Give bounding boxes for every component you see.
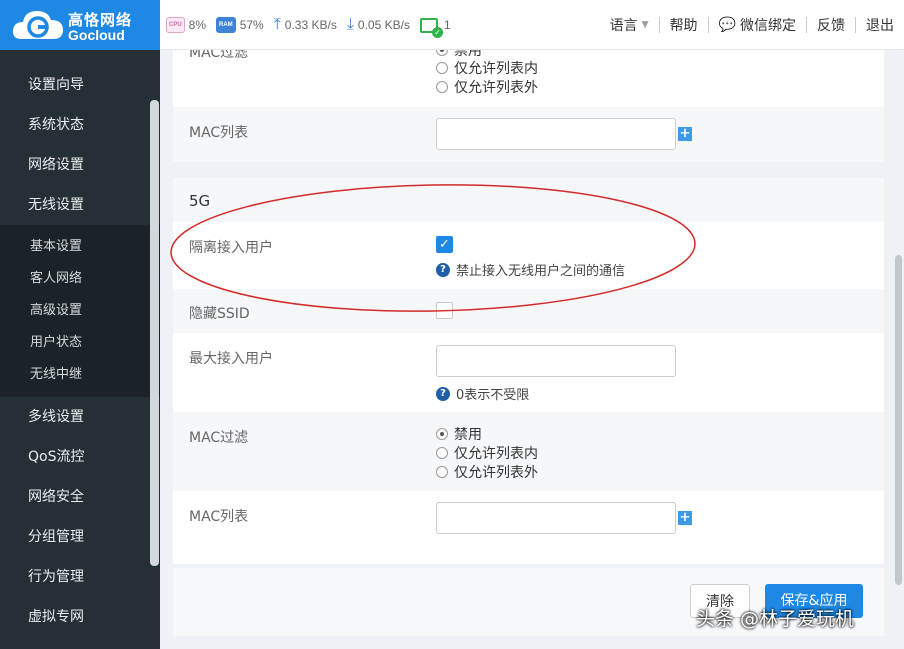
- sidebar-submenu-wireless: 基本设置 客人网络 高级设置 用户状态 无线中继: [0, 225, 160, 397]
- sidebar-subitem-user-status[interactable]: 用户状态: [0, 327, 160, 359]
- plus-icon[interactable]: +: [678, 127, 692, 141]
- radio-icon: [436, 427, 448, 440]
- row-mac-list-24g: MAC列表 +: [173, 107, 884, 162]
- radio-disabled-5g[interactable]: 禁用: [436, 424, 482, 443]
- ram-icon: RAM: [216, 17, 236, 33]
- download-arrow-icon: ⤓: [346, 16, 354, 33]
- watermark: 头条 @林子爱玩机: [696, 608, 855, 630]
- brand-logo[interactable]: 高恪网络 Gocloud: [0, 0, 160, 50]
- upload-arrow-icon: ⤒: [273, 16, 281, 33]
- cpu-value: 8%: [188, 18, 207, 32]
- sidebar-subitem-basic[interactable]: 基本设置: [0, 231, 160, 263]
- devices-stat[interactable]: 1: [419, 17, 451, 38]
- hide-ssid-label: 隐藏SSID: [189, 306, 250, 322]
- sidebar-item-behavior[interactable]: 行为管理: [0, 557, 160, 597]
- sidebar-item-groups[interactable]: 分组管理: [0, 517, 160, 557]
- wechat-label: 微信绑定: [740, 18, 796, 34]
- radio-deny-list-24g[interactable]: 仅允许列表外: [436, 77, 538, 96]
- row-hide-ssid: 隐藏SSID: [173, 289, 884, 333]
- language-label: 语言: [609, 18, 638, 34]
- section-header-5g: 5G: [173, 178, 884, 222]
- radio-icon: [436, 50, 448, 56]
- help-link[interactable]: 帮助: [660, 15, 708, 35]
- mac-filter-label: MAC过滤: [189, 50, 249, 61]
- max-users-label: 最大接入用户: [189, 351, 273, 367]
- feedback-link[interactable]: 反馈: [807, 15, 855, 35]
- caret-down-icon: ▼: [641, 20, 649, 30]
- main-scrollbar[interactable]: [895, 255, 902, 585]
- wechat-icon: 💬: [718, 17, 736, 33]
- sidebar: 设置向导 系统状态 网络设置 无线设置 基本设置 客人网络 高级设置 用户状态 …: [0, 50, 160, 649]
- language-menu[interactable]: 语言 ▼: [600, 15, 659, 35]
- plus-icon[interactable]: +: [678, 511, 692, 525]
- download-value: 0.05 KB/s: [357, 18, 410, 32]
- mac-list-input-5g[interactable]: [436, 502, 676, 534]
- hide-ssid-checkbox[interactable]: [436, 302, 453, 319]
- help-text: 0表示不受限: [456, 388, 530, 403]
- row-isolate-users: 隔离接入用户 ✓ ? 禁止接入无线用户之间的通信: [173, 222, 884, 289]
- sidebar-item-multiwan[interactable]: 多线设置: [0, 397, 160, 437]
- cpu-stat: CPU 8%: [166, 17, 206, 33]
- row-mac-filter-5g: MAC过滤 禁用 仅允许列表内 仅允许列表外: [173, 412, 884, 491]
- mac-list-label: MAC列表: [189, 125, 249, 141]
- radio-icon: [436, 61, 448, 74]
- panel-24g: MAC过滤 禁用 仅允许列表内 仅允许列表外 MAC列表 +: [173, 50, 884, 162]
- max-users-input[interactable]: [436, 345, 676, 377]
- top-bar: 高恪网络 Gocloud CPU 8% RAM 57% ⤒ 0.33 KB/s …: [0, 0, 904, 50]
- sidebar-item-system-status[interactable]: 系统状态: [0, 105, 160, 145]
- help-text: 禁止接入无线用户之间的通信: [456, 264, 626, 279]
- radio-label: 仅允许列表内: [454, 445, 538, 462]
- sidebar-item-network[interactable]: 网络设置: [0, 145, 160, 185]
- cloud-logo-icon: [12, 11, 63, 39]
- sidebar-item-security[interactable]: 网络安全: [0, 477, 160, 517]
- row-mac-filter-24g: MAC过滤 禁用 仅允许列表内 仅允许列表外: [173, 50, 884, 103]
- download-stat: ⤓ 0.05 KB/s: [347, 16, 410, 34]
- sidebar-item-qos[interactable]: QoS流控: [0, 437, 160, 477]
- isolate-users-label: 隔离接入用户: [189, 240, 273, 256]
- max-users-help: ? 0表示不受限: [436, 384, 529, 403]
- mac-list-input-24g[interactable]: [436, 118, 676, 150]
- radio-label: 禁用: [454, 426, 482, 443]
- radio-label: 仅允许列表内: [454, 60, 538, 77]
- radio-label: 仅允许列表外: [454, 464, 538, 481]
- question-icon: ?: [436, 262, 450, 277]
- monitor-icon: [419, 17, 443, 38]
- ram-value: 57%: [239, 18, 264, 32]
- logout-link[interactable]: 退出: [856, 15, 904, 35]
- isolate-users-checkbox[interactable]: ✓: [436, 236, 453, 253]
- radio-label: 仅允许列表外: [454, 79, 538, 96]
- radio-allow-list-5g[interactable]: 仅允许列表内: [436, 443, 538, 462]
- devices-value: 1: [443, 18, 451, 32]
- brand-name-en: Gocloud: [68, 27, 125, 43]
- radio-allow-list-24g[interactable]: 仅允许列表内: [436, 58, 538, 77]
- sidebar-item-setup-wizard[interactable]: 设置向导: [0, 65, 160, 105]
- radio-deny-list-5g[interactable]: 仅允许列表外: [436, 462, 538, 481]
- sidebar-subitem-advanced[interactable]: 高级设置: [0, 295, 160, 327]
- upload-stat: ⤒ 0.33 KB/s: [274, 16, 337, 34]
- radio-icon: [436, 80, 448, 93]
- mac-filter-label: MAC过滤: [189, 430, 249, 446]
- cpu-icon: CPU: [166, 17, 185, 33]
- sidebar-item-vpn[interactable]: 虚拟专网: [0, 597, 160, 637]
- section-title-5g: 5G: [189, 192, 211, 210]
- main-content: MAC过滤 禁用 仅允许列表内 仅允许列表外 MAC列表 + 5G 隔离接入用户…: [160, 50, 904, 649]
- sidebar-subitem-guest[interactable]: 客人网络: [0, 263, 160, 295]
- isolate-users-help: ? 禁止接入无线用户之间的通信: [436, 260, 625, 279]
- system-stats: CPU 8% RAM 57% ⤒ 0.33 KB/s ⤓ 0.05 KB/s 1: [166, 0, 461, 50]
- sidebar-item-wireless[interactable]: 无线设置: [0, 185, 160, 225]
- mac-list-label: MAC列表: [189, 509, 249, 525]
- panel-5g: 5G 隔离接入用户 ✓ ? 禁止接入无线用户之间的通信 隐藏SSID 最大接入用…: [173, 178, 884, 564]
- question-icon: ?: [436, 386, 450, 401]
- radio-icon: [436, 446, 448, 459]
- row-mac-list-5g: MAC列表 +: [173, 491, 884, 564]
- ram-stat: RAM 57%: [216, 17, 264, 33]
- radio-icon: [436, 465, 448, 478]
- upload-value: 0.33 KB/s: [284, 18, 337, 32]
- top-nav: 语言 ▼ 帮助 💬 微信绑定 反馈 退出: [600, 0, 904, 50]
- sidebar-scrollbar[interactable]: [150, 100, 159, 566]
- wechat-bind-link[interactable]: 💬 微信绑定: [709, 15, 806, 35]
- row-max-users: 最大接入用户 ? 0表示不受限: [173, 333, 884, 412]
- sidebar-subitem-repeater[interactable]: 无线中继: [0, 359, 160, 391]
